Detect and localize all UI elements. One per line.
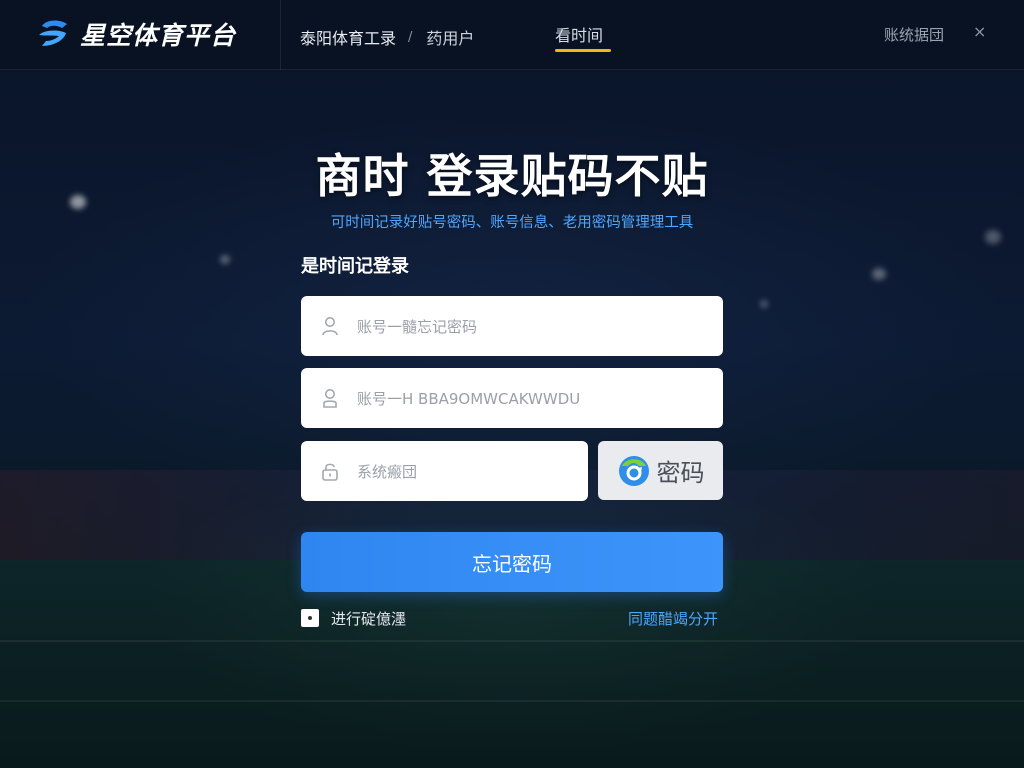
tab-active[interactable]: 看时间 — [555, 22, 603, 46]
breadcrumb-nav: 泰阳体育工录 / 药用户 — [300, 22, 474, 52]
captcha-field[interactable]: 系统瘢団 — [301, 441, 588, 501]
nav-item-1[interactable]: 泰阳体育工录 — [300, 25, 396, 49]
brand-swirl-icon — [39, 20, 67, 46]
user-icon — [319, 387, 341, 409]
account-placeholder: 账号一髓忘记密码 — [357, 317, 478, 336]
captcha-refresh-button[interactable]: 密码 — [598, 441, 723, 500]
close-icon[interactable]: × — [973, 22, 986, 41]
submit-button[interactable]: 忘记密码 — [301, 532, 723, 592]
captcha-placeholder: 系统瘢団 — [357, 462, 418, 481]
remember-me-checkbox[interactable]: 进行碇億濹 — [301, 608, 406, 628]
captcha-button-label: 密码 — [656, 459, 705, 487]
brand[interactable]: 星空体育平台 — [34, 14, 236, 54]
login-section-label: 是时间记登录 — [301, 256, 409, 277]
help-link[interactable]: 同题醋竭分开 — [628, 608, 718, 629]
nav-separator: / — [408, 29, 413, 45]
checkbox-box[interactable] — [301, 609, 319, 627]
brand-name: 星空体育平台 — [80, 21, 237, 50]
account-field[interactable]: 账号一髓忘记密码 — [301, 296, 723, 356]
page-title: 商时 登录贴码不贴 — [315, 149, 709, 203]
remember-me-label: 进行碇億濹 — [331, 609, 407, 628]
password-placeholder: 账号一H BBA9OMWCAKWWDU — [357, 389, 581, 408]
top-right-link[interactable]: 账统据団 — [884, 24, 944, 45]
top-navigation-bar: 星空体育平台 泰阳体育工录 / 药用户 看时间 账统据団 × — [0, 0, 1024, 70]
page-subtitle: 可时间记录好贴号密码、账号信息、老用密码管理理工具 — [330, 215, 694, 231]
brand-divider — [280, 0, 281, 70]
active-tab-indicator — [555, 49, 611, 52]
user-icon — [319, 315, 341, 337]
password-field[interactable]: 账号一H BBA9OMWCAKWWDU — [301, 368, 723, 428]
nav-item-2[interactable]: 药用户 — [426, 25, 474, 49]
lock-icon — [319, 460, 341, 482]
refresh-captcha-icon — [618, 455, 649, 486]
